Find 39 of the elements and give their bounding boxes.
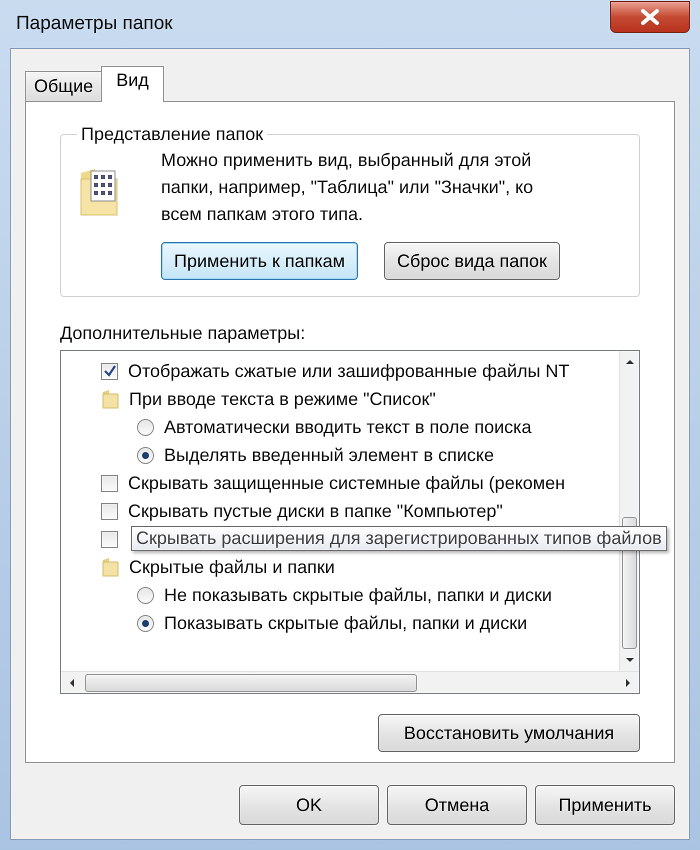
checkbox[interactable] — [101, 530, 118, 548]
description-text: Можно применить вид, выбранный для этой папки, например, "Таблица" или "Значки", ко всем папкам этого типа. — [161, 149, 534, 226]
view-button[interactable]: Применить к папкам — [161, 242, 358, 280]
dialog-button[interactable]: Отмена — [387, 785, 527, 825]
section-label: Дополнительные параметры: — [60, 323, 306, 344]
scroll-up-icon[interactable] — [624, 357, 636, 367]
dialog-button[interactable]: Применить — [535, 785, 675, 825]
radio-button[interactable] — [137, 418, 154, 436]
option-label: Не показывать скрытые файлы, папки и диски — [164, 584, 552, 606]
option-label: Выделять введенный элемент в списке — [164, 444, 494, 466]
radio-button[interactable] — [137, 586, 154, 604]
folder-icon — [101, 556, 119, 578]
tab[interactable]: Вид — [101, 66, 164, 102]
checkbox[interactable] — [101, 362, 118, 380]
close-icon — [639, 8, 661, 26]
scroll-down-icon[interactable] — [624, 655, 636, 665]
option-label: Скрывать защищенные системные файлы (рекомен — [128, 472, 566, 494]
option-label: Скрывать пустые диски в папке "Компьютер" — [128, 500, 503, 522]
scroll-thumb[interactable] — [85, 674, 417, 692]
dialog-button[interactable]: OK — [239, 785, 379, 825]
radio-button[interactable] — [137, 446, 154, 464]
checkbox[interactable] — [101, 474, 118, 492]
radio-button[interactable] — [137, 614, 154, 632]
restore-defaults-button[interactable]: Восстановить умолчания — [378, 714, 640, 752]
close-button[interactable] — [610, 1, 690, 33]
checkbox[interactable] — [101, 502, 118, 520]
option-label: Показывать скрытые файлы, папки и диски — [164, 612, 528, 634]
option-label: Отображать сжатые или зашифрованные файлы NT — [128, 360, 570, 382]
horizontal-scrollbar[interactable] — [61, 671, 639, 693]
option-label: При вводе текста в режиме "Список" — [129, 388, 436, 410]
option-label: Скрытые файлы и папки — [129, 556, 335, 578]
group-title: Представление папок — [80, 124, 264, 145]
folder-icon — [101, 388, 119, 410]
scroll-right-icon[interactable] — [623, 676, 633, 688]
option-label: Автоматически вводить текст в поле поиска — [164, 416, 532, 438]
tab[interactable]: Общие — [25, 71, 102, 101]
view-button[interactable]: Сброс вида папок — [384, 242, 560, 280]
window-title: Параметры папок — [15, 13, 173, 35]
tooltip: Скрывать расширения для зарегистрированных типов файлов — [131, 526, 667, 551]
